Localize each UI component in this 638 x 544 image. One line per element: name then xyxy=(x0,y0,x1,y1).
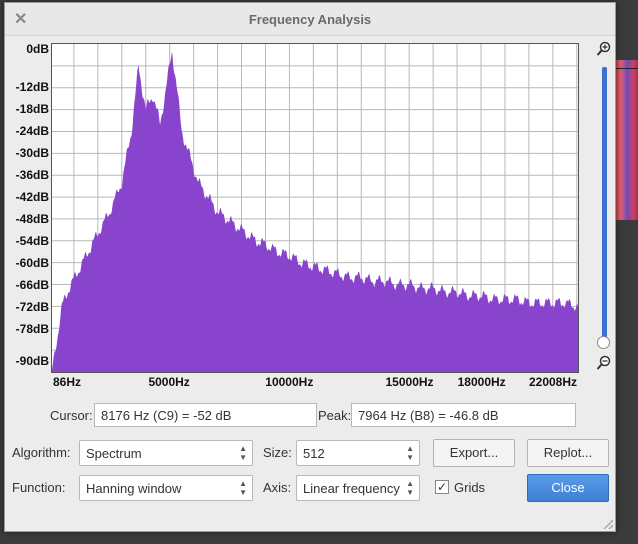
window-title: Frequency Analysis xyxy=(248,12,372,27)
y-tick-label: -30dB xyxy=(15,146,49,160)
cursor-readout-field[interactable]: 8176 Hz (C9) = -52 dB xyxy=(94,403,317,427)
function-label: Function: xyxy=(12,480,66,495)
y-tick-label: -36dB xyxy=(15,168,49,182)
cursor-label: Cursor: xyxy=(50,408,93,423)
x-tick-label: 10000Hz xyxy=(265,375,314,389)
y-tick-label: -42dB xyxy=(15,190,49,204)
spectrum-area xyxy=(52,51,578,372)
grids-checkbox[interactable]: ✓ xyxy=(435,480,449,494)
updown-arrows-icon: ▲ ▼ xyxy=(406,444,414,462)
algorithm-select[interactable]: Spectrum ▲ ▼ xyxy=(79,440,253,466)
x-tick-label: 18000Hz xyxy=(457,375,506,389)
background-divider xyxy=(614,68,638,69)
y-tick-label: 0dB xyxy=(26,42,49,56)
function-select[interactable]: Hanning window ▲ ▼ xyxy=(79,475,253,501)
algorithm-value: Spectrum xyxy=(86,446,142,461)
size-value: 512 xyxy=(303,446,325,461)
size-select[interactable]: 512 ▲ ▼ xyxy=(296,440,420,466)
x-tick-label: 22008Hz xyxy=(528,375,578,389)
grids-label[interactable]: Grids xyxy=(454,480,485,495)
axis-value: Linear frequency xyxy=(303,481,400,496)
updown-arrows-icon: ▲ ▼ xyxy=(239,479,247,497)
spectrum-plot[interactable] xyxy=(51,43,579,373)
x-tick-label: 15000Hz xyxy=(385,375,434,389)
y-tick-label: -60dB xyxy=(15,256,49,270)
y-tick-label: -66dB xyxy=(15,278,49,292)
y-tick-label: -90dB xyxy=(15,354,49,368)
x-tick-label: 86Hz xyxy=(52,375,82,389)
replot-button[interactable]: Replot... xyxy=(527,439,609,467)
y-tick-label: -54dB xyxy=(15,234,49,248)
axis-select[interactable]: Linear frequency ▲ ▼ xyxy=(296,475,420,501)
size-label: Size: xyxy=(263,445,292,460)
y-tick-label: -12dB xyxy=(15,80,49,94)
zoom-knob[interactable] xyxy=(597,336,610,349)
y-tick-label: -78dB xyxy=(15,322,49,336)
background-spectrogram xyxy=(614,60,638,220)
peak-label: Peak: xyxy=(318,408,352,423)
y-tick-label: -48dB xyxy=(15,212,49,226)
zoom-in-icon[interactable] xyxy=(596,41,612,57)
frequency-analysis-window: ✕ Frequency Analysis 0dB -12dB -18dB -24dB -… xyxy=(4,2,616,532)
resize-grip-icon[interactable] xyxy=(603,519,613,529)
updown-arrows-icon: ▲ ▼ xyxy=(239,444,247,462)
zoom-track[interactable] xyxy=(602,67,607,341)
close-button[interactable]: Close xyxy=(527,474,609,502)
algorithm-label: Algorithm: xyxy=(12,445,71,460)
updown-arrows-icon: ▲ ▼ xyxy=(406,479,414,497)
y-tick-label: -72dB xyxy=(15,300,49,314)
export-button[interactable]: Export... xyxy=(433,439,515,467)
axis-label: Axis: xyxy=(263,480,292,495)
zoom-out-icon[interactable] xyxy=(596,355,612,371)
zoom-slider[interactable] xyxy=(594,39,616,379)
spectrum-svg xyxy=(52,44,578,372)
y-tick-label: -24dB xyxy=(15,124,49,138)
function-value: Hanning window xyxy=(86,481,182,496)
peak-readout-field[interactable]: 7964 Hz (B8) = -46.8 dB xyxy=(351,403,576,427)
y-tick-label: -18dB xyxy=(15,102,49,116)
x-tick-label: 5000Hz xyxy=(148,375,190,389)
title-bar: ✕ Frequency Analysis xyxy=(5,3,615,36)
